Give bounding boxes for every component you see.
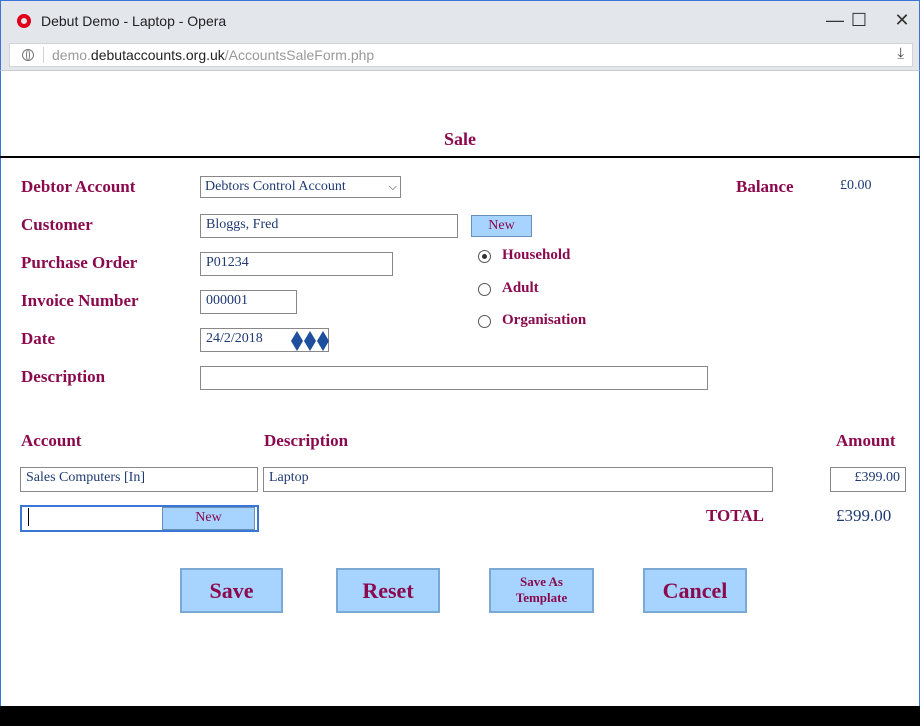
line-account-input[interactable]: Sales Computers [In]	[20, 467, 258, 492]
date-arrow-2[interactable]	[304, 331, 316, 351]
footer-bar	[0, 706, 920, 726]
minimize-button[interactable]: —	[823, 9, 847, 31]
url-prefix: demo.	[52, 47, 91, 63]
description-column-header: Description	[264, 431, 349, 450]
invoice-number-label: Invoice Number	[21, 291, 139, 310]
amount-column-header: Amount	[836, 431, 896, 450]
description-label: Description	[21, 367, 106, 386]
radio-adult-label: Adult	[502, 280, 539, 296]
address-separator	[43, 47, 44, 63]
url-host: debutaccounts.org.uk	[90, 47, 225, 63]
content-frame	[0, 71, 920, 726]
save-as-template-button[interactable]: Save As Template	[489, 568, 594, 613]
reset-button[interactable]: Reset	[336, 568, 440, 613]
line-amount-input[interactable]: £399.00	[830, 467, 906, 492]
date-spinner-icon[interactable]	[291, 331, 330, 351]
close-button[interactable]: ✕	[890, 9, 914, 31]
new-customer-button[interactable]: New	[471, 215, 532, 237]
balance-value: £0.00	[840, 178, 872, 193]
date-arrow-3[interactable]	[317, 331, 329, 351]
line-description-input[interactable]: Laptop	[263, 467, 773, 492]
date-arrow-1[interactable]	[291, 331, 303, 351]
purchase-order-label: Purchase Order	[21, 253, 138, 272]
debtor-account-select[interactable]: Debtors Control Account ⌵	[200, 176, 401, 198]
balance-label: Balance	[736, 177, 794, 196]
purchase-order-input[interactable]: P01234	[200, 252, 393, 276]
globe-icon	[22, 49, 34, 61]
text-cursor	[28, 508, 29, 526]
save-as-template-line1: Save As	[520, 574, 563, 589]
save-as-template-line2: Template	[515, 590, 568, 605]
chevron-down-icon: ⌵	[388, 181, 397, 193]
customer-label: Customer	[21, 215, 93, 234]
description-input[interactable]	[200, 366, 708, 390]
window-title: Debut Demo - Laptop - Opera	[41, 13, 227, 29]
radio-organisation-label: Organisation	[502, 312, 587, 328]
window-titlebar: Debut Demo - Laptop - Opera — ☐ ✕ demo.d…	[0, 0, 920, 71]
page-title: Sale	[443, 129, 476, 149]
debtor-account-value: Debtors Control Account	[205, 179, 346, 194]
radio-household[interactable]	[478, 250, 491, 263]
save-button[interactable]: Save	[180, 568, 283, 613]
maximize-button[interactable]: ☐	[847, 9, 871, 31]
cancel-button[interactable]: Cancel	[643, 568, 747, 613]
url-text[interactable]: demo.debutaccounts.org.uk/AccountsSaleFo…	[52, 47, 374, 63]
opera-logo-icon	[17, 14, 31, 28]
radio-household-label: Household	[502, 247, 571, 263]
date-label: Date	[21, 329, 55, 348]
radio-adult[interactable]	[478, 283, 491, 296]
total-label: TOTAL	[706, 506, 764, 525]
total-value: £399.00	[836, 506, 892, 525]
debtor-account-label: Debtor Account	[21, 177, 136, 196]
new-account-button[interactable]: New	[162, 507, 255, 530]
url-path: /AccountsSaleForm.php	[224, 47, 375, 63]
download-icon[interactable]: ⤓	[897, 44, 904, 62]
title-divider	[0, 156, 920, 158]
address-bar[interactable]: demo.debutaccounts.org.uk/AccountsSaleFo…	[9, 43, 913, 67]
radio-organisation[interactable]	[478, 315, 491, 328]
invoice-number-input[interactable]: 000001	[200, 290, 297, 314]
account-column-header: Account	[21, 431, 82, 450]
customer-input[interactable]: Bloggs, Fred	[200, 214, 458, 238]
